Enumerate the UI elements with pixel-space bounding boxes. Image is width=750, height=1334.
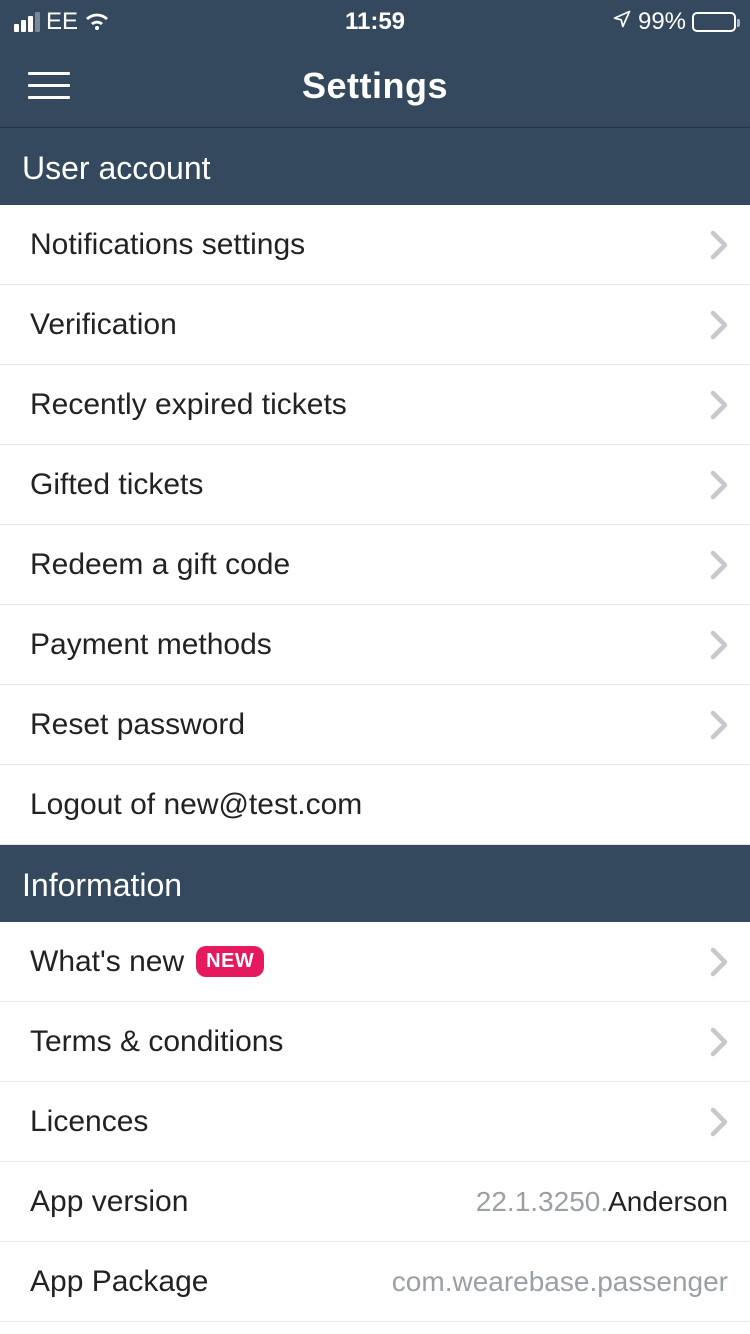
chevron-right-icon [710,947,728,977]
row-whats-new[interactable]: What's new NEW [0,922,750,1002]
chevron-right-icon [710,390,728,420]
row-licences[interactable]: Licences [0,1082,750,1162]
chevron-right-icon [710,710,728,740]
row-label: Reset password [30,708,245,742]
page-title: Settings [0,65,750,107]
row-recently-expired-tickets[interactable]: Recently expired tickets [0,365,750,445]
row-payment-methods[interactable]: Payment methods [0,605,750,685]
chevron-right-icon [710,470,728,500]
location-icon [612,8,632,36]
row-label: Payment methods [30,628,272,662]
chevron-right-icon [710,550,728,580]
section-header-information: Information [0,845,750,922]
row-label: Verification [30,308,177,342]
app-version-value: 22.1.3250.Anderson [476,1186,728,1218]
section-header-user-account: User account [0,128,750,205]
row-label: App version [30,1185,188,1219]
carrier-label: EE [46,8,78,36]
row-reset-password[interactable]: Reset password [0,685,750,765]
chevron-right-icon [710,1107,728,1137]
status-bar: EE 11:59 99% [0,0,750,44]
row-notifications-settings[interactable]: Notifications settings [0,205,750,285]
new-badge: NEW [196,946,264,977]
cellular-signal-icon [14,12,40,32]
nav-bar: Settings [0,44,750,128]
row-label: Gifted tickets [30,468,203,502]
row-label: App Package [30,1265,208,1299]
row-label: What's new [30,945,184,979]
row-label: Recently expired tickets [30,388,347,422]
row-logout[interactable]: Logout of new@test.com [0,765,750,845]
battery-icon [692,12,736,32]
row-label: Logout of new@test.com [30,788,362,822]
chevron-right-icon [710,630,728,660]
row-gifted-tickets[interactable]: Gifted tickets [0,445,750,525]
chevron-right-icon [710,310,728,340]
row-label: Notifications settings [30,228,305,262]
status-time: 11:59 [255,8,496,36]
row-app-version: App version 22.1.3250.Anderson [0,1162,750,1242]
battery-percent: 99% [638,8,686,36]
row-label: Redeem a gift code [30,548,290,582]
row-verification[interactable]: Verification [0,285,750,365]
row-terms-conditions[interactable]: Terms & conditions [0,1002,750,1082]
row-label: Terms & conditions [30,1025,283,1059]
chevron-right-icon [710,230,728,260]
app-package-value: com.wearebase.passenger [392,1266,728,1298]
status-right: 99% [495,8,736,36]
row-label: Licences [30,1105,148,1139]
chevron-right-icon [710,1027,728,1057]
row-redeem-gift-code[interactable]: Redeem a gift code [0,525,750,605]
status-left: EE [14,8,255,36]
menu-button[interactable] [28,66,78,106]
row-app-package: App Package com.wearebase.passenger [0,1242,750,1322]
wifi-icon [84,12,110,32]
